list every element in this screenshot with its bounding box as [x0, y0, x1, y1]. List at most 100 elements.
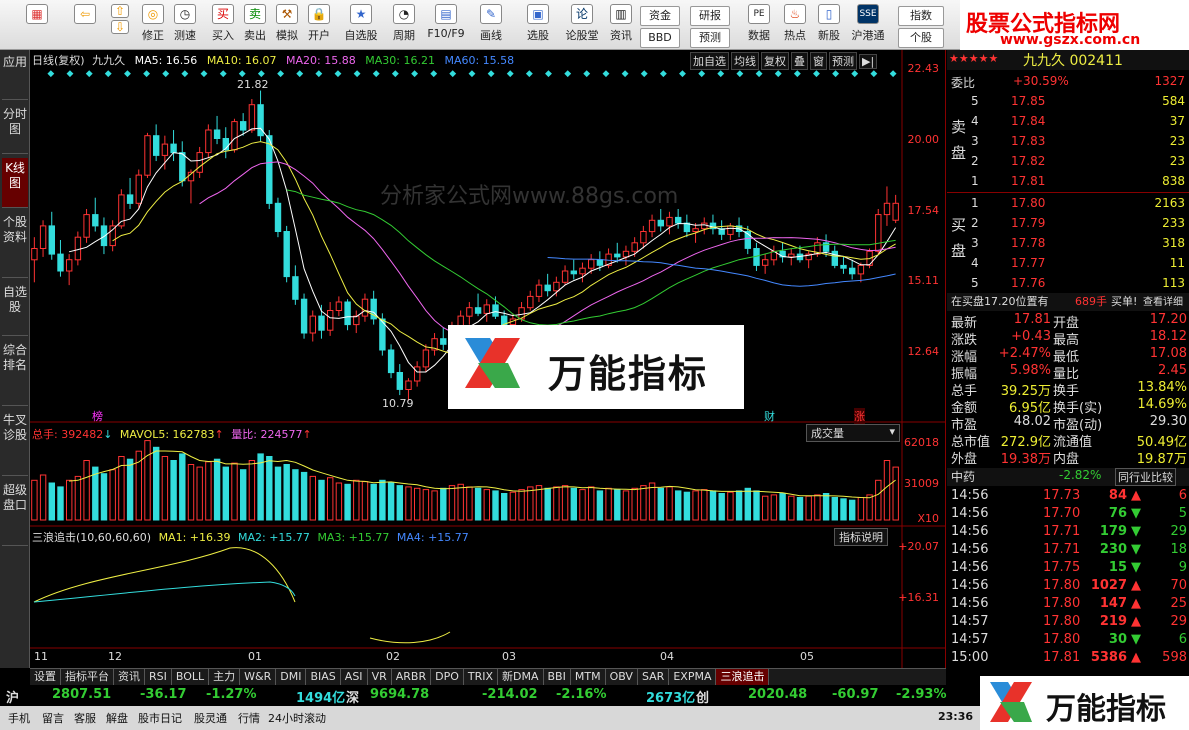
tab-level2[interactable]: 超级盘口 — [2, 480, 28, 546]
home-button[interactable]: ▦ — [22, 4, 52, 48]
indicator-tab[interactable]: 主力 — [209, 669, 241, 685]
indicator-tab[interactable]: 资讯 — [114, 669, 145, 685]
status-mobile[interactable]: 手机 — [8, 710, 30, 726]
tab-kline[interactable]: K线图 — [2, 158, 28, 208]
indicator-tab[interactable]: W&R — [240, 669, 277, 685]
marker-finance[interactable]: 财 — [764, 408, 775, 424]
indicator-tab[interactable]: VR — [368, 669, 392, 685]
hot-button[interactable]: ♨ 热点 — [780, 4, 810, 48]
signal-marker: ◆ — [449, 69, 456, 79]
buy-button[interactable]: 买买入 — [208, 4, 238, 48]
predict-button[interactable]: 预测 — [829, 52, 857, 70]
bid-row[interactable]: 2 17.79 233 — [947, 216, 1189, 234]
indicator-tab[interactable]: MTM — [571, 669, 606, 685]
ask-row[interactable]: 5 17.85 584 — [947, 94, 1189, 112]
indicator-tab[interactable]: BOLL — [172, 669, 210, 685]
back-button[interactable]: ⇦ — [70, 4, 100, 48]
adjust-button[interactable]: 复权 — [761, 52, 789, 70]
sector-compare-button[interactable]: 同行业比较 — [1115, 468, 1176, 486]
down-arrow-icon: ↓ — [103, 428, 113, 441]
add-watch-button[interactable]: 加自选 — [690, 52, 729, 70]
ask-row[interactable]: 3 17.83 23 — [947, 134, 1189, 152]
overlay-button[interactable]: 叠 — [791, 52, 808, 70]
notice-buy-button[interactable]: 买单! — [1111, 293, 1137, 309]
marker-rise[interactable]: 涨 — [854, 408, 865, 424]
status-analysis[interactable]: 解盘 — [106, 710, 128, 726]
marker-bang[interactable]: 榜 — [92, 408, 103, 424]
research-button[interactable]: 研报 — [690, 6, 730, 26]
indicator-tab[interactable]: BIAS — [306, 669, 341, 685]
candle — [309, 315, 317, 334]
fix-button[interactable]: ◎ 修正 — [138, 4, 168, 48]
hk-connect-button[interactable]: SSE 沪港通 — [848, 4, 888, 48]
chart-area[interactable]: ◆ ◆ ◆ ◆ ◆ ◆ ◆ ◆ ◆ ◆ ◆ ◆ ◆ ◆ ◆ ◆ ◆ ◆ ◆ ◆ ◆ ◆ ◆ ◆ ◆ ◆ ◆ ◆ ◆ ◆ ◆ ◆ ◆ ◆ ◆ ◆ ◆ ◆ ◆ ◆… — [30, 50, 946, 668]
notice-detail-button[interactable]: 查看详细 — [1143, 293, 1183, 308]
ask-row[interactable]: 1 17.81 838 — [947, 174, 1189, 192]
indicator-tab[interactable]: SAR — [638, 669, 670, 685]
tab-watchlist[interactable]: 自选股 — [2, 282, 28, 336]
speed-button[interactable]: ◷ 测速 — [170, 4, 200, 48]
ind-ma3: MA3: +15.77 — [317, 531, 390, 544]
ask-row[interactable]: 4 17.84 37 — [947, 114, 1189, 132]
indicator-tab[interactable]: ARBR — [392, 669, 432, 685]
tab-diagnosis[interactable]: 牛叉诊股 — [2, 410, 28, 476]
candle — [648, 219, 656, 233]
volume-selector[interactable]: 成交量 ▾ — [806, 424, 900, 442]
volume-bar — [622, 490, 630, 521]
draw-button[interactable]: ✎ 画线 — [474, 4, 508, 48]
ma-button[interactable]: 均线 — [731, 52, 759, 70]
forecast-button[interactable]: 预测 — [690, 28, 730, 48]
indicator-tab[interactable]: 指标平台 — [61, 669, 114, 685]
index-button[interactable]: 指数 — [898, 6, 944, 26]
indicator-tab[interactable]: OBV — [606, 669, 638, 685]
clock-icon: ◷ — [174, 4, 196, 24]
indicator-tab[interactable]: ASI — [341, 669, 368, 685]
data-button[interactable]: PE 数据 — [744, 4, 774, 48]
f10-button[interactable]: ▤ F10/F9 — [426, 4, 466, 48]
indicator-tab[interactable]: RSI — [145, 669, 172, 685]
indicator-tab[interactable]: BBI — [544, 669, 571, 685]
up-down-button[interactable]: ⇧ ⇩ — [108, 4, 132, 48]
tab-ranking[interactable]: 综合排名 — [2, 340, 28, 406]
status-message[interactable]: 留言 — [42, 710, 64, 726]
status-service[interactable]: 客服 — [74, 710, 96, 726]
candle — [31, 248, 38, 261]
watchlist-button[interactable]: ★ 自选股 — [340, 4, 382, 48]
stat-label: 内盘 — [1053, 452, 1080, 467]
indicator-help-button[interactable]: 指标说明 — [834, 528, 888, 546]
open-account-button[interactable]: 🔒 开户 — [304, 4, 334, 48]
tab-intraday[interactable]: 分时图 — [2, 104, 28, 154]
bid-row[interactable]: 1 17.80 2163 — [947, 196, 1189, 214]
stock-picker-button[interactable]: ▣ 选股 — [520, 4, 556, 48]
indicator-tab[interactable]: TRIX — [464, 669, 499, 685]
sell-button[interactable]: 卖卖出 — [240, 4, 270, 48]
fund-button[interactable]: 资金 — [640, 6, 680, 26]
indicator-tab[interactable]: EXPMA — [669, 669, 717, 685]
indicator-tab[interactable]: 新DMA — [498, 669, 544, 685]
window-button[interactable]: 窗 — [810, 52, 827, 70]
indicator-tab[interactable]: 三浪追击 — [716, 669, 770, 685]
bid-row[interactable]: 3 17.78 318 — [947, 236, 1189, 254]
volume-bar — [370, 483, 377, 521]
simulate-button[interactable]: ⚒ 模拟 — [272, 4, 302, 48]
status-diary[interactable]: 股市日记 — [138, 710, 182, 726]
arrow-toggle-button[interactable]: ▶| — [859, 54, 878, 69]
ipo-button[interactable]: ▯ 新股 — [814, 4, 844, 48]
bid-row[interactable]: 4 17.77 11 — [947, 256, 1189, 274]
tab-stock-info[interactable]: 个股资料 — [2, 212, 28, 278]
bbd-button[interactable]: BBD — [640, 28, 680, 48]
forum-button[interactable]: 论论股堂 — [562, 4, 602, 48]
ask-row[interactable]: 2 17.82 23 — [947, 154, 1189, 172]
indicator-tab[interactable]: DPO — [431, 669, 464, 685]
xlabel-05: 05 — [800, 650, 814, 663]
indicator-tab[interactable]: 设置 — [30, 669, 61, 685]
indicator-tab[interactable]: DMI — [276, 669, 307, 685]
status-market[interactable]: 行情 — [238, 710, 260, 726]
stock-button[interactable]: 个股 — [898, 28, 944, 48]
period-button[interactable]: ◔ 周期 — [386, 4, 422, 48]
tab-apps[interactable]: 应用 — [2, 52, 28, 100]
bid-row[interactable]: 5 17.76 113 — [947, 276, 1189, 294]
news-button[interactable]: ▥ 资讯 — [606, 4, 636, 48]
status-gulingtong[interactable]: 股灵通 — [194, 710, 227, 726]
status-news-scroll[interactable]: 24小时滚动 — [268, 710, 326, 726]
